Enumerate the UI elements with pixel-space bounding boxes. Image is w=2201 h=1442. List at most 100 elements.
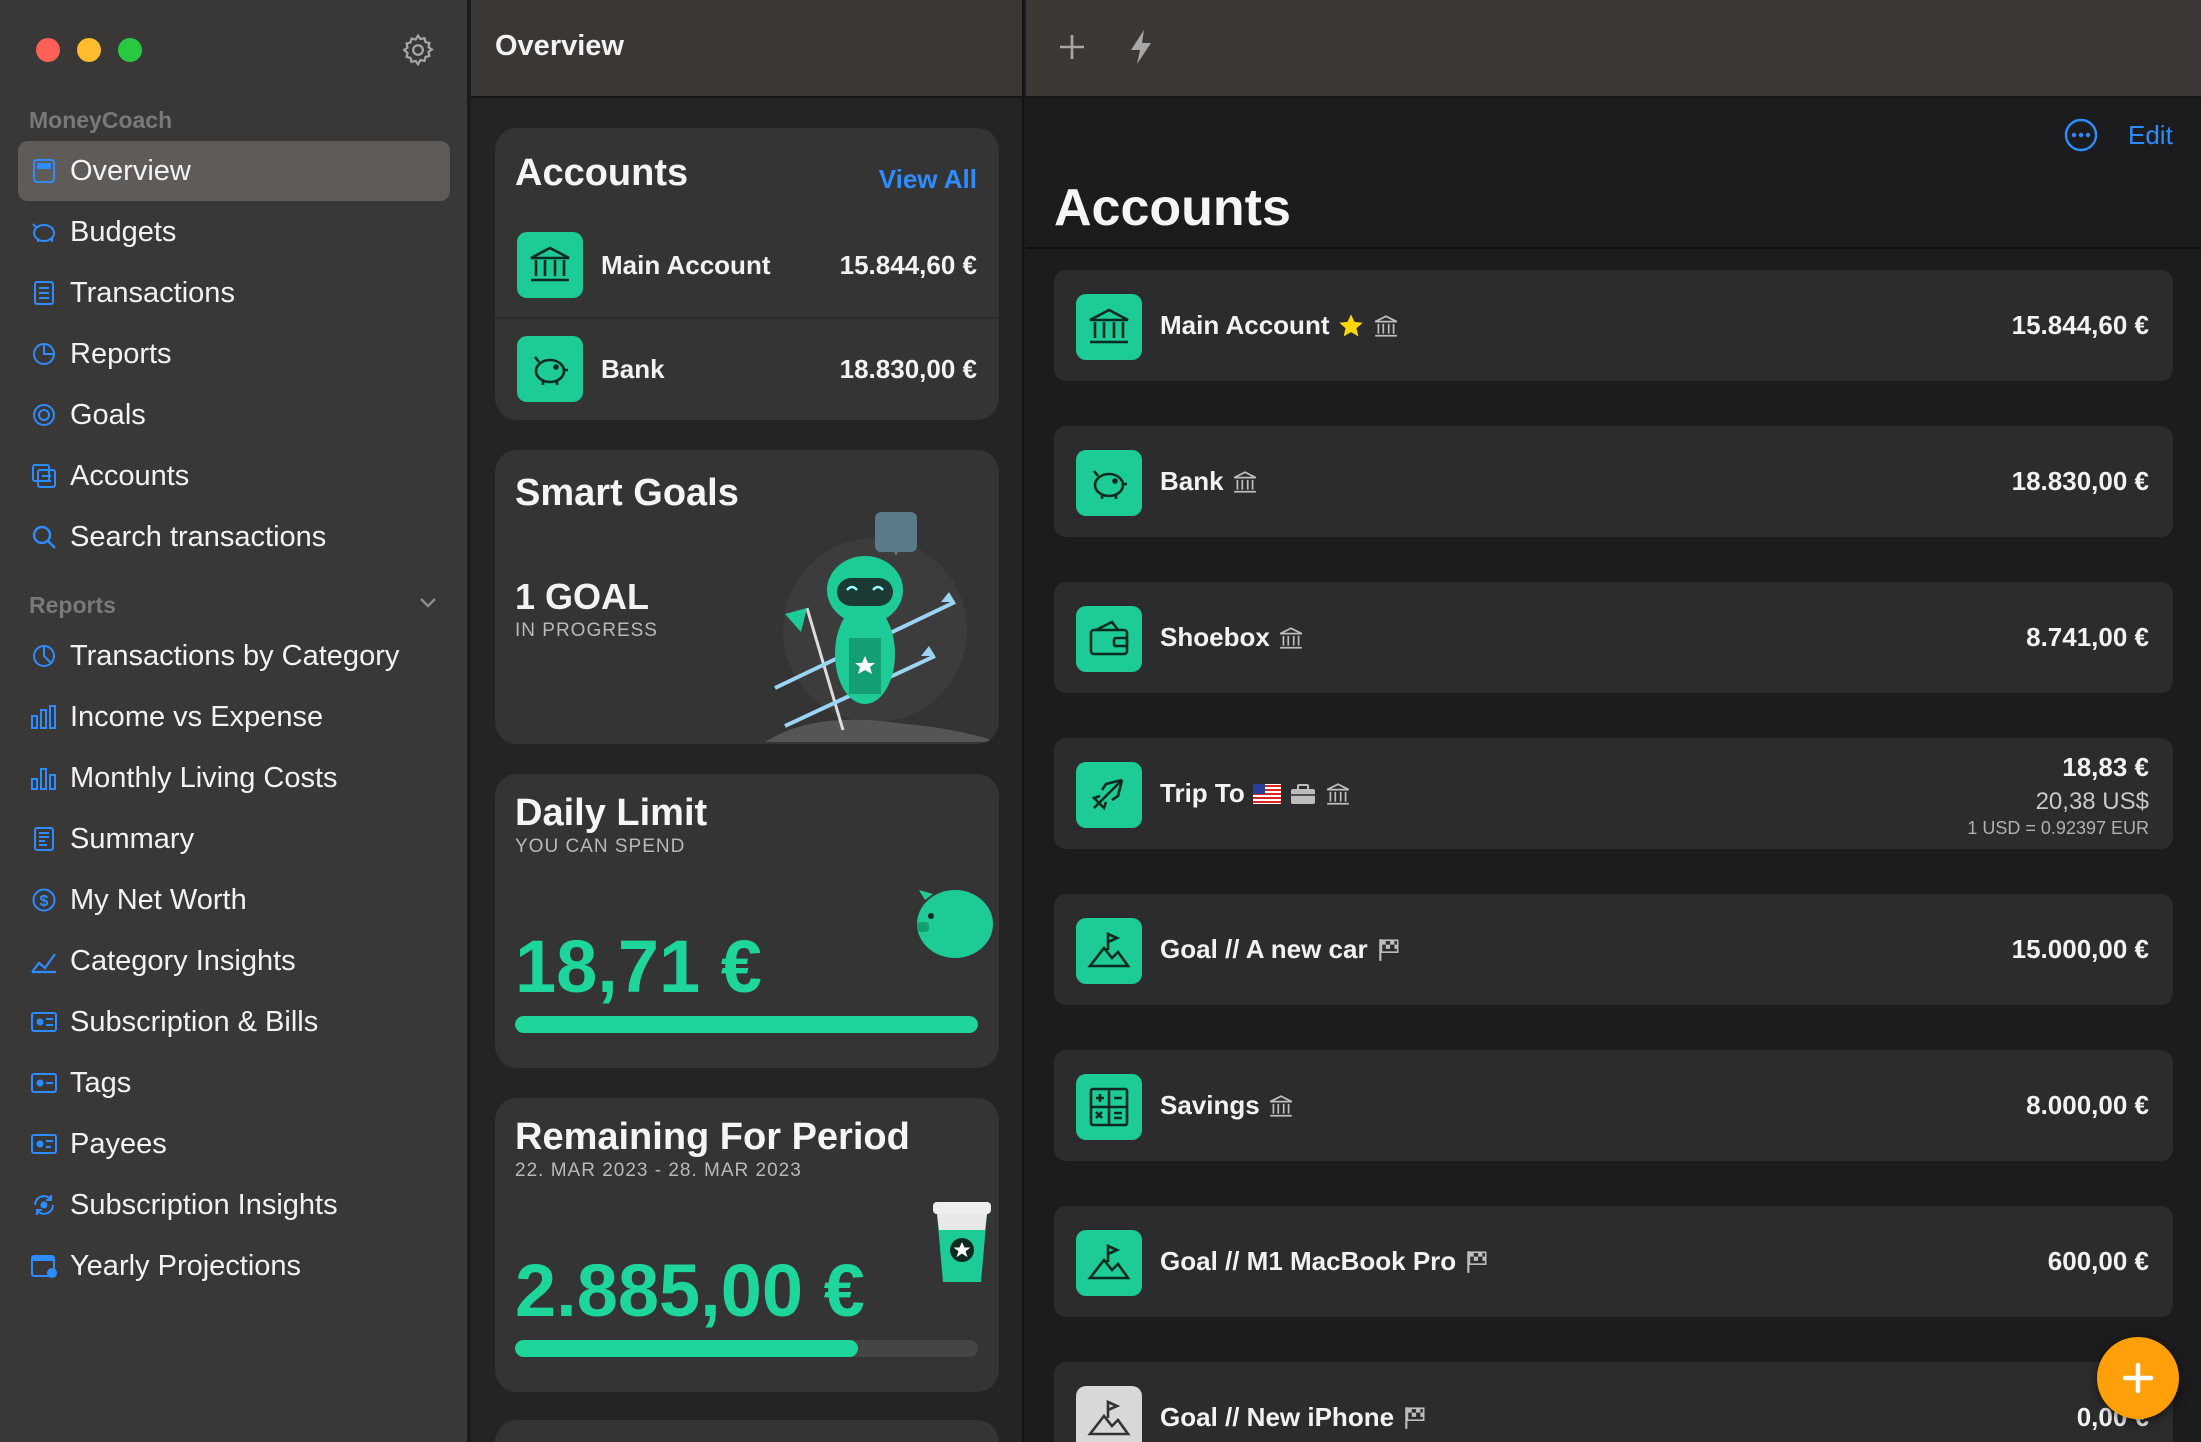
overview-header: Overview: [471, 0, 1022, 98]
accounts-card[interactable]: Accounts View All Main Account 15.844,60…: [495, 128, 999, 420]
toolbar: [1026, 0, 2201, 98]
accounts-title: Accounts: [1054, 179, 1291, 237]
remaining-period-card[interactable]: Remaining For Period 22. MAR 2023 - 28. …: [495, 1098, 999, 1392]
minimize-window-button[interactable]: [77, 38, 101, 62]
calculator-icon: [1076, 1074, 1142, 1140]
window-controls: [36, 38, 142, 62]
piggy-bank-icon: [517, 336, 583, 402]
sidebar-item-label: Accounts: [70, 459, 190, 492]
account-row-goal-iphone[interactable]: Goal // New iPhone 0,00 €: [1054, 1362, 2173, 1442]
svg-text:$: $: [40, 893, 49, 910]
add-transaction-button[interactable]: [2097, 1337, 2179, 1419]
account-row-trip-to[interactable]: Trip To 18,83 € 20,38 US$ 1 USD = 0.9239…: [1054, 738, 2173, 849]
chevron-down-icon[interactable]: [416, 590, 440, 614]
sidebar-item-income-vs-expense[interactable]: Income vs Expense: [18, 687, 450, 747]
account-name-wrap: Goal // New iPhone: [1160, 1402, 1428, 1433]
sidebar-item-tags[interactable]: Tags: [18, 1053, 450, 1113]
gear-icon[interactable]: [400, 32, 436, 68]
checkered-flag-icon: [1378, 938, 1399, 961]
view-all-link[interactable]: View All: [879, 164, 977, 195]
sidebar-item-subscription-insights[interactable]: Subscription Insights: [18, 1175, 450, 1235]
zoom-window-button[interactable]: [118, 38, 142, 62]
account-balance: 18,83 €: [2062, 752, 2149, 782]
sidebar-item-budgets[interactable]: Budgets: [18, 202, 450, 262]
account-name-wrap: Goal // A new car: [1160, 934, 1402, 965]
sidebar-item-yearly-projections[interactable]: Yearly Projections: [18, 1236, 450, 1296]
account-name-wrap: Trip To: [1160, 778, 1351, 809]
goal-status: IN PROGRESS: [515, 620, 658, 641]
list-item[interactable]: Main Account 15.844,60 €: [495, 212, 999, 317]
list-item[interactable]: Bank 18.830,00 €: [495, 318, 999, 420]
subscription-insights-icon: [29, 1190, 59, 1220]
reports-section-label: Reports: [29, 592, 116, 618]
transactions-icon: [29, 278, 59, 308]
sidebar-item-label: Payees: [70, 1127, 167, 1160]
exchange-rate: 1 USD = 0.92397 EUR: [1967, 818, 2149, 838]
account-name: Goal // A new car: [1160, 934, 1368, 964]
account-row-goal-new-car[interactable]: Goal // A new car 15.000,00 €: [1054, 894, 2173, 1005]
sidebar-item-search-transactions[interactable]: Search transactions: [18, 507, 450, 567]
airplane-icon: [1076, 762, 1142, 828]
lightning-icon[interactable]: [1128, 28, 1154, 66]
dollar-icon: $: [29, 885, 59, 915]
sidebar-item-accounts[interactable]: Accounts: [18, 446, 450, 506]
account-row-goal-macbook[interactable]: Goal // M1 MacBook Pro 600,00 €: [1054, 1206, 2173, 1317]
sidebar-item-category-insights[interactable]: Category Insights: [18, 931, 450, 991]
account-row-bank[interactable]: Bank 18.830,00 €: [1054, 426, 2173, 537]
page-title: Overview: [495, 30, 624, 62]
sidebar-item-overview[interactable]: Overview: [18, 141, 450, 201]
account-balance: 15.000,00 €: [2011, 934, 2149, 964]
sidebar-item-label: Monthly Living Costs: [70, 761, 338, 794]
sidebar-item-label: Overview: [70, 154, 191, 187]
edit-button[interactable]: Edit: [2128, 120, 2173, 151]
daily-limit-card[interactable]: Daily Limit YOU CAN SPEND 18,71 €: [495, 774, 999, 1068]
account-name-wrap: Bank: [1160, 466, 1258, 497]
sidebar-item-monthly-living-costs[interactable]: Monthly Living Costs: [18, 748, 450, 808]
account-row-shoebox[interactable]: Shoebox 8.741,00 €: [1054, 582, 2173, 693]
more-options-icon[interactable]: [2064, 118, 2098, 152]
mountain-flag-icon: [1076, 918, 1142, 984]
star-icon: [1339, 313, 1364, 336]
bank-badge-icon: [1233, 470, 1256, 493]
sidebar-item-reports[interactable]: Reports: [18, 324, 450, 384]
account-balance: 600,00 €: [2047, 1246, 2149, 1276]
remaining-progress: [515, 1340, 978, 1357]
account-row-savings[interactable]: Savings 8.000,00 €: [1054, 1050, 2173, 1161]
plus-icon: [2122, 1362, 2154, 1394]
account-balance: 8.000,00 €: [2026, 1090, 2149, 1120]
sidebar-item-payees[interactable]: Payees: [18, 1114, 450, 1174]
sidebar-item-label: Subscription & Bills: [70, 1005, 319, 1038]
sidebar-item-label: Goals: [70, 398, 146, 431]
account-row-main-account[interactable]: Main Account 15.844,60 €: [1054, 270, 2173, 381]
sidebar-item-transactions[interactable]: Transactions: [18, 263, 450, 323]
sidebar-item-my-net-worth[interactable]: $ My Net Worth: [18, 870, 450, 930]
sidebar-item-label: Subscription Insights: [70, 1188, 338, 1221]
sidebar-item-goals[interactable]: Goals: [18, 385, 450, 445]
bank-badge-icon: [1326, 782, 1349, 805]
add-icon[interactable]: [1057, 32, 1087, 62]
accounts-card-title: Accounts: [515, 152, 689, 194]
smart-goals-card[interactable]: Smart Goals 1 GOAL IN PROGRESS: [495, 450, 999, 744]
account-name: Trip To: [1160, 778, 1245, 808]
account-name-wrap: Main Account: [1160, 310, 1399, 341]
sidebar-item-label: Search transactions: [70, 520, 327, 553]
sidebar-item-transactions-by-category[interactable]: Transactions by Category: [18, 626, 450, 686]
line-chart-icon: [29, 946, 59, 976]
mountain-flag-icon: [1076, 1386, 1142, 1442]
close-window-button[interactable]: [36, 38, 60, 62]
sidebar-item-label: Budgets: [70, 215, 177, 248]
sidebar-item-label: Category Insights: [70, 944, 296, 977]
remaining-amount: 2.885,00 €: [515, 1249, 865, 1332]
account-balance: 8.741,00 €: [2026, 622, 2149, 652]
remaining-date-range: 22. MAR 2023 - 28. MAR 2023: [515, 1160, 802, 1181]
sidebar-item-label: Summary: [70, 822, 195, 855]
account-name: Bank: [601, 354, 665, 384]
sidebar-item-summary[interactable]: Summary: [18, 809, 450, 869]
bank-badge-icon: [1279, 626, 1303, 649]
sidebar-item-subscription-bills[interactable]: Subscription & Bills: [18, 992, 450, 1052]
remaining-title: Remaining For Period: [515, 1116, 910, 1158]
wallet-icon: [1076, 606, 1142, 672]
account-name: Main Account: [1160, 310, 1330, 340]
sidebar-item-label: My Net Worth: [70, 883, 247, 916]
daily-limit-subtitle: YOU CAN SPEND: [515, 836, 686, 857]
